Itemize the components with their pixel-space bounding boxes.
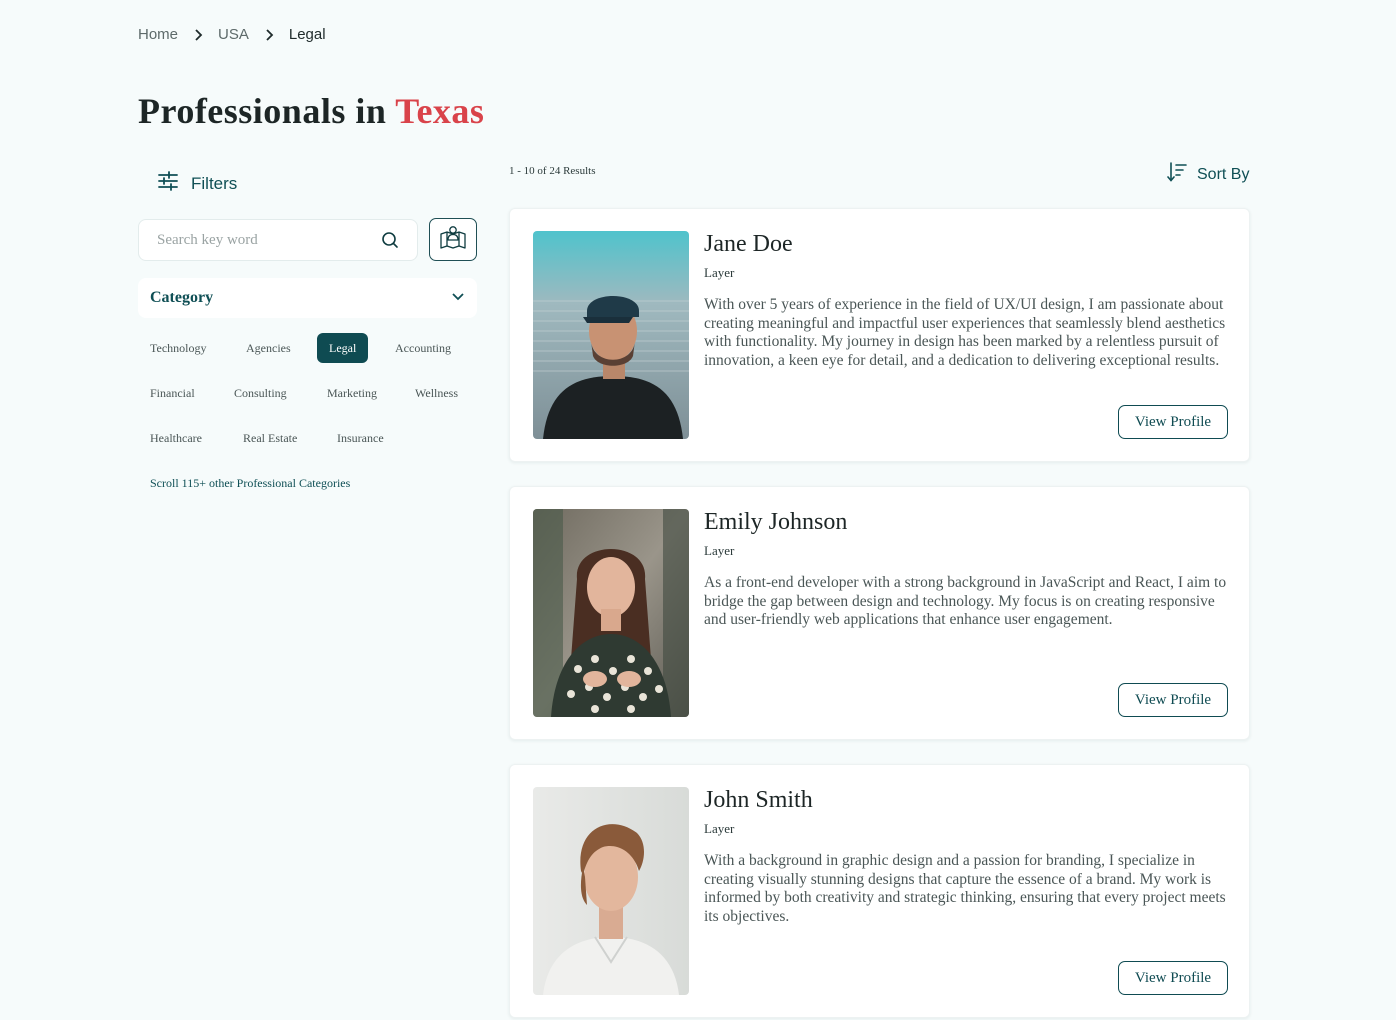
category-chip-accounting[interactable]: Accounting xyxy=(383,333,463,363)
category-chip-insurance[interactable]: Insurance xyxy=(325,423,396,453)
profile-card: John Smith Layer With a background in gr… xyxy=(509,764,1250,1018)
results-count: 1 - 10 of 24 Results xyxy=(509,165,596,177)
breadcrumb: Home USA Legal xyxy=(138,26,326,43)
chevron-down-icon xyxy=(451,289,465,307)
filters-icon xyxy=(157,170,179,197)
sort-by-label: Sort By xyxy=(1197,165,1250,183)
map-search-button[interactable] xyxy=(429,218,477,261)
view-profile-button[interactable]: View Profile xyxy=(1118,405,1228,439)
search-icon[interactable] xyxy=(381,231,399,249)
profile-role: Layer xyxy=(704,821,735,836)
sort-icon xyxy=(1167,161,1187,188)
breadcrumb-usa[interactable]: USA xyxy=(218,26,249,43)
category-label: Category xyxy=(150,289,214,306)
filters-label: Filters xyxy=(191,173,238,193)
profile-card: Jane Doe Layer With over 5 years of expe… xyxy=(509,208,1250,462)
profile-photo xyxy=(533,787,689,995)
profile-photo xyxy=(533,231,689,439)
profile-role: Layer xyxy=(704,543,735,558)
category-chip-marketing[interactable]: Marketing xyxy=(315,378,389,408)
profile-bio: With a background in graphic design and … xyxy=(704,852,1226,925)
sort-by-button[interactable]: Sort By xyxy=(1167,161,1249,188)
category-chip-wellness[interactable]: Wellness xyxy=(403,378,470,408)
more-categories-link[interactable]: Scroll 115+ other Professional Categorie… xyxy=(150,476,350,491)
search-input[interactable] xyxy=(157,231,381,249)
profile-name: Emily Johnson xyxy=(704,509,848,535)
page-title: Professionals in Texas xyxy=(138,90,484,132)
profile-card: Emily Johnson Layer As a front-end devel… xyxy=(509,486,1250,740)
page-title-location: Texas xyxy=(395,91,485,131)
category-chip-agencies[interactable]: Agencies xyxy=(234,333,303,363)
profile-name: Jane Doe xyxy=(704,231,793,257)
page-title-prefix: Professionals in xyxy=(138,91,387,131)
category-chip-financial[interactable]: Financial xyxy=(138,378,207,408)
chevron-right-icon xyxy=(249,28,289,41)
breadcrumb-home[interactable]: Home xyxy=(138,26,178,43)
chevron-right-icon xyxy=(178,28,218,41)
profile-role: Layer xyxy=(704,265,735,280)
category-dropdown[interactable]: Category xyxy=(138,278,477,318)
category-chip-real-estate[interactable]: Real Estate xyxy=(231,423,309,453)
profile-bio: As a front-end developer with a strong b… xyxy=(704,574,1227,629)
view-profile-button[interactable]: View Profile xyxy=(1118,683,1228,717)
profile-photo xyxy=(533,509,689,717)
map-person-icon xyxy=(439,224,467,255)
view-profile-button[interactable]: View Profile xyxy=(1118,961,1228,995)
category-chip-technology[interactable]: Technology xyxy=(138,333,218,363)
category-chip-legal[interactable]: Legal xyxy=(317,333,369,363)
category-chip-consulting[interactable]: Consulting xyxy=(222,378,299,408)
category-chip-healthcare[interactable]: Healthcare xyxy=(138,423,214,453)
filters-header[interactable]: Filters xyxy=(157,170,237,197)
breadcrumb-legal: Legal xyxy=(288,26,326,43)
profile-name: John Smith xyxy=(704,787,813,813)
profile-bio: With over 5 years of experience in the f… xyxy=(704,296,1226,369)
search-box xyxy=(138,219,418,261)
